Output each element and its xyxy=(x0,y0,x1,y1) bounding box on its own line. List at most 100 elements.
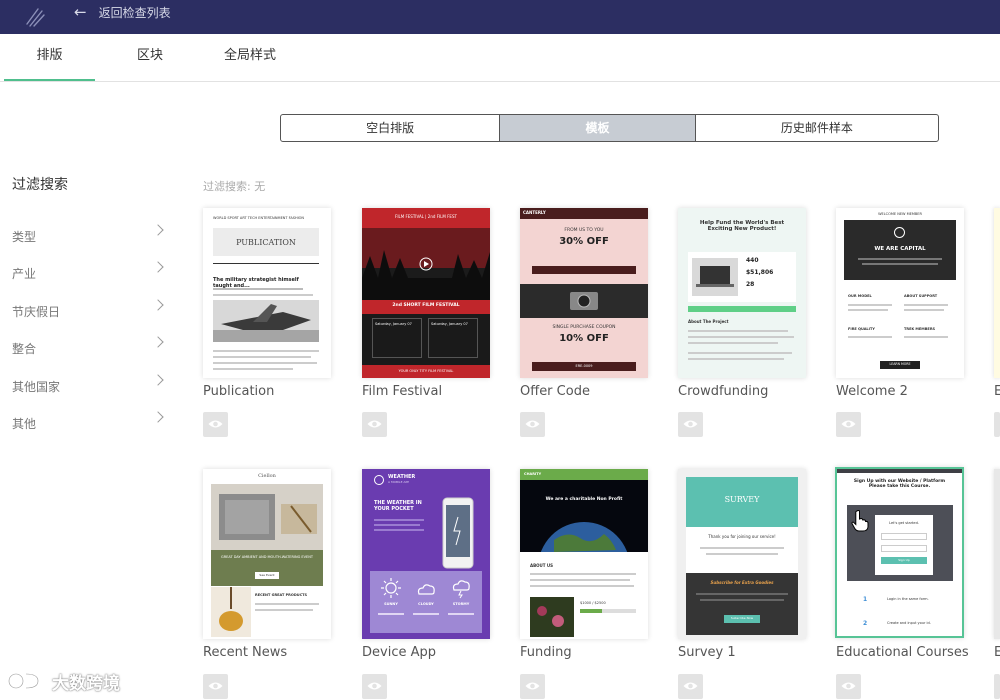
preview-goal: $1000 / $2500 xyxy=(580,601,606,605)
preview-button[interactable] xyxy=(203,412,228,437)
preview-button[interactable] xyxy=(520,412,545,437)
template-name: E xyxy=(994,384,1000,399)
preview-button[interactable] xyxy=(362,412,387,437)
honey-photo xyxy=(211,587,251,637)
template-card-partial[interactable] xyxy=(994,208,1000,378)
preview-button[interactable] xyxy=(520,674,545,699)
chevron-right-icon xyxy=(152,224,164,236)
preview-button[interactable] xyxy=(203,674,228,699)
template-name: Crowdfunding xyxy=(678,384,769,399)
funding-progress-fill xyxy=(580,609,603,613)
template-card-partial[interactable] xyxy=(994,469,1000,639)
preview-rule xyxy=(213,263,319,264)
preview-col: TREK MEMBERS xyxy=(904,327,936,331)
preview-line: FROM US TO YOU xyxy=(564,228,604,233)
chevron-right-icon xyxy=(152,299,164,311)
step-number: 1 xyxy=(863,596,868,603)
preview-button[interactable] xyxy=(994,674,1000,699)
preview-nav: WORLD SPORT ART TECH ENTERTAINMENT FASHI… xyxy=(213,216,304,220)
template-name: Survey 1 xyxy=(678,645,736,660)
chevron-right-icon xyxy=(152,336,164,348)
preview-button[interactable] xyxy=(836,674,861,699)
back-to-checklist-link[interactable]: ← 返回检查列表 xyxy=(74,3,171,21)
eye-icon xyxy=(683,420,698,428)
preview-discount: 10% OFF xyxy=(559,333,609,344)
camera-photo xyxy=(520,284,648,318)
preview-hero: WE ARE CAPITAL xyxy=(874,246,926,252)
preview-stat: $51,806 xyxy=(746,269,774,276)
eye-icon xyxy=(208,420,223,428)
template-name: Film Festival xyxy=(362,384,443,399)
template-card-funding[interactable]: CHARITY We are a charitable Non Profit A… xyxy=(520,469,648,639)
preview-discount: 30% OFF xyxy=(559,236,609,247)
weather-logo-icon xyxy=(374,475,384,485)
eye-icon xyxy=(683,682,698,690)
templates-option[interactable]: 模板 xyxy=(500,115,696,141)
filter-category-type[interactable]: 类型 xyxy=(12,224,164,248)
template-card-educational-courses[interactable]: Sign Up with our Website / Platform Plea… xyxy=(835,467,964,638)
template-card-offer-code[interactable]: CANTERLY FROM US TO YOU 30% OFF SINGLE P… xyxy=(520,208,648,378)
template-name: Welcome 2 xyxy=(836,384,908,399)
preview-stat: 440 xyxy=(746,257,759,264)
preview-brand: CANTERLY xyxy=(523,210,546,215)
filter-category-label: 产业 xyxy=(12,267,37,281)
brand-logo-icon xyxy=(26,8,45,27)
preview-title: SURVEY xyxy=(724,495,760,504)
preview-about: ABOUT US xyxy=(530,563,554,568)
flowers-photo xyxy=(530,597,574,637)
tab-blocks[interactable]: 区块 xyxy=(110,34,190,81)
template-card-crowdfunding[interactable]: Help Fund the World's Best Exciting New … xyxy=(678,208,806,378)
tab-layout[interactable]: 排版 xyxy=(4,34,95,81)
eye-icon xyxy=(525,682,540,690)
cloud-sun-icon xyxy=(417,584,435,595)
template-name: Publication xyxy=(203,384,275,399)
preview-button[interactable] xyxy=(678,674,703,699)
back-label: 返回检查列表 xyxy=(98,5,171,20)
template-card-film-festival[interactable]: FILM FESTIVAL | 2nd FILM FEST 2nd SHORT … xyxy=(362,208,490,378)
preview-button[interactable] xyxy=(678,412,703,437)
preview-step: Create and input your id. xyxy=(887,621,931,625)
preview-brand: CHARITY xyxy=(524,472,542,476)
eye-icon xyxy=(525,420,540,428)
phone-image xyxy=(442,497,474,569)
filter-category-other[interactable]: 其他 xyxy=(12,411,164,435)
filter-category-label: 类型 xyxy=(12,230,37,244)
template-card-welcome-2[interactable]: WELCOME NEW MEMBER WE ARE CAPITAL OUR MO… xyxy=(836,208,964,378)
watermark: 大数跨境 xyxy=(8,668,120,694)
template-name: Educational Courses xyxy=(836,645,969,660)
preview-sub: Subscribe for Extra Goodies xyxy=(710,580,774,585)
filter-category-holidays[interactable]: 节庆假日 xyxy=(12,299,164,323)
past-emails-option[interactable]: 历史邮件样本 xyxy=(696,115,938,141)
template-name: Offer Code xyxy=(520,384,590,399)
tab-global-styles[interactable]: 全局样式 xyxy=(210,34,290,81)
preview-date: Saturday, January 07 xyxy=(375,322,412,326)
preview-button[interactable] xyxy=(836,412,861,437)
template-card-device-app[interactable]: WEATHER A MOBILE APP THE WEATHER IN YOUR… xyxy=(362,469,490,639)
preview-date: Saturday, January 07 xyxy=(431,322,468,326)
storm-cloud-icon xyxy=(452,580,470,599)
template-card-recent-news[interactable]: Ciellon GREAT DAY AMBIENT AND MOUTH-WATE… xyxy=(203,469,331,639)
top-bar: ← 返回检查列表 xyxy=(0,0,1000,34)
preview-cta: LEARN MORE xyxy=(889,362,911,366)
template-card-publication[interactable]: WORLD SPORT ART TECH ENTERTAINMENT FASHI… xyxy=(203,208,331,378)
blank-layout-option[interactable]: 空白排版 xyxy=(281,115,501,141)
arrow-left-icon: ← xyxy=(74,2,87,21)
preview-title: Sign Up with our Website / Platform Plea… xyxy=(853,479,946,490)
preview-btn: Sign Up xyxy=(898,557,910,562)
template-name: Device App xyxy=(362,645,436,660)
preview-section: About The Project xyxy=(688,319,729,324)
earth-photo xyxy=(520,480,648,552)
filter-category-label: 其他 xyxy=(12,417,37,431)
filter-category-integration[interactable]: 整合 xyxy=(12,336,164,360)
preview-masthead: PUBLICATION xyxy=(213,228,319,256)
preview-title: PUBLICATION xyxy=(236,238,296,247)
filter-category-industry[interactable]: 产业 xyxy=(12,261,164,285)
filter-title: 过滤搜索 xyxy=(12,177,68,193)
filter-category-other-countries[interactable]: 其他国家 xyxy=(12,374,164,398)
preview-button[interactable] xyxy=(994,412,1000,437)
preview-sub: A MOBILE APP xyxy=(388,480,410,484)
preview-stat: 28 xyxy=(746,281,755,288)
preview-headline: THE WEATHER IN YOUR POCKET xyxy=(374,500,422,512)
template-card-survey-1[interactable]: SURVEY Thank you for joining our service… xyxy=(678,469,806,639)
preview-button[interactable] xyxy=(362,674,387,699)
